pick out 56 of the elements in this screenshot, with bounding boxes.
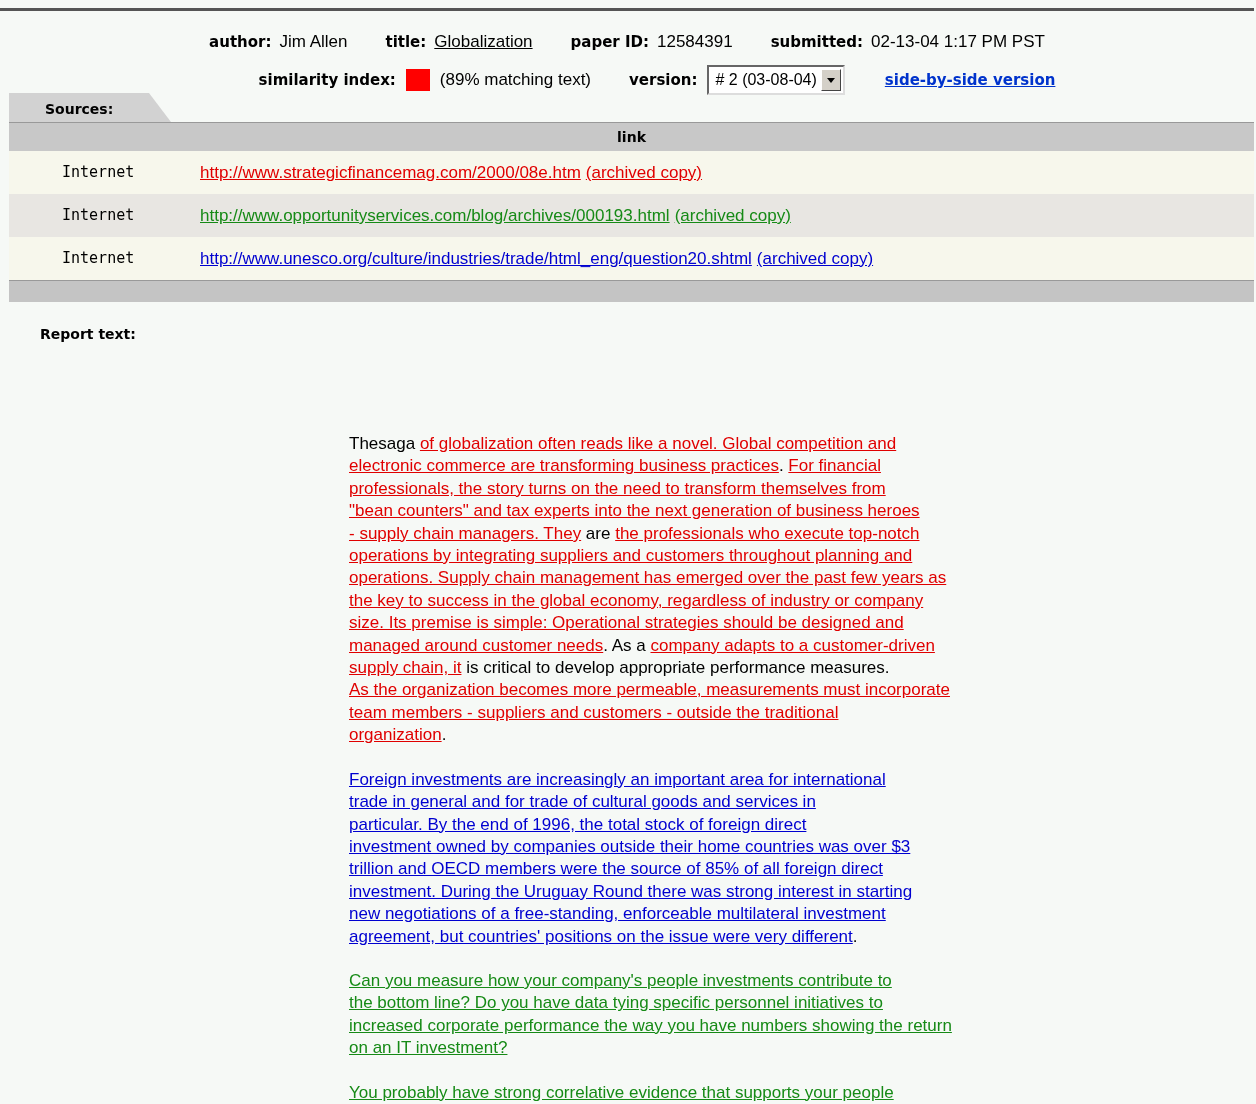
source-url-link[interactable]: http://www.strategicfinancemag.com/2000/08e.htm xyxy=(200,159,581,186)
matched-text-link[interactable]: Foreign investments are increasingly an important area for international xyxy=(349,769,886,789)
source-type: Internet xyxy=(61,205,136,227)
matched-text-link[interactable]: size. Its premise is simple: Operational strategies should be designed and xyxy=(349,613,904,633)
matched-text-link[interactable]: investment owned by companies outside their home countries was over $3 xyxy=(349,836,911,856)
section-label: Report text: xyxy=(40,325,136,344)
matched-text-link[interactable]: investment. During the Uruguay Round there was strong interest in starting xyxy=(349,881,913,901)
similarity-percentage: (89% matching text) xyxy=(439,69,592,92)
matched-text-link[interactable]: the professionals who execute top-notch xyxy=(615,523,920,543)
matched-text-link[interactable]: trillion and OECD members were the source of 85% of all foreign direct xyxy=(349,859,883,879)
matched-text-link[interactable]: agreement, but countries' positions on the issue were very different xyxy=(349,926,853,946)
matched-text-link[interactable]: on an IT investment? xyxy=(349,1038,508,1058)
matched-text-link[interactable]: professionals, the story turns on the need to transform themselves from xyxy=(349,478,886,498)
matched-text-link[interactable]: new negotiations of a free-standing, enforceable multilateral investment xyxy=(349,904,886,924)
source-url-link[interactable]: http://www.unesco.org/culture/industries/trade/html_eng/question20.shtml xyxy=(200,245,752,272)
matched-text-link[interactable]: electronic commerce are transforming business practices xyxy=(349,456,779,476)
paper-id: 12584391 xyxy=(657,31,733,53)
matched-text-link[interactable]: supply chain, it xyxy=(349,658,462,678)
matched-text-link[interactable]: particular. By the end of 1996, the total stock of foreign direct xyxy=(349,814,807,834)
field-label: title: xyxy=(385,32,427,53)
field-label: submitted: xyxy=(770,32,863,53)
matched-text-link[interactable]: Can you measure how your company's people investments contribute to xyxy=(349,970,892,990)
column-header: link xyxy=(9,122,1254,151)
matched-text-link[interactable]: the key to success in the global economy, regardless of industry or company xyxy=(349,590,924,610)
matched-text-link[interactable]: team members - suppliers and customers - outside the traditional xyxy=(349,702,839,722)
field-label: author: xyxy=(209,32,272,53)
field-label: paper ID: xyxy=(570,32,649,53)
version-dropdown[interactable]: # 2 (03-08-04) xyxy=(707,65,845,95)
matched-text-link[interactable]: You probably have strong correlative evidence that supports your people xyxy=(349,1082,894,1102)
paper-title-link[interactable]: Globalization xyxy=(434,29,533,55)
matched-text-link[interactable]: of globalization often reads like a novel. Global competition and xyxy=(419,434,897,453)
matched-text-link[interactable]: company adapts to a customer-driven xyxy=(650,635,935,655)
field-label: similarity index: xyxy=(258,69,396,91)
matched-text-link[interactable]: increased corporate performance the way you have numbers showing the return xyxy=(349,1015,952,1035)
matched-text-link[interactable]: organization xyxy=(349,725,442,745)
report-paragraph: Foreign investments are increasingly an important area for international trade in general and for trade of cultural goods and services in particular. By the end of 1996, the total stock of foreign direct investment owned by companies outside their home countries was over $3 trillion and OECD members were the source of 85% of all foreign direct investment. During the Uruguay Round there was strong interest in starting new negotiations of a free-standing, enforceable multilateral investment agreement, but countries' positions on the issue were very different. xyxy=(349,768,913,948)
report-paragraph: Thesaga of globalization often reads like a novel. Global competition and electronic commerce are transforming business practices. For financial professionals, the story turns on the need to transform themselves from "bean counters" and tax experts into the next generation of business heroes - supply chain managers. They are the professionals who execute top-notch operations by integrating suppliers and customers throughout planning and operations. Supply chain management has emerged over the past few years as the key to success in the global economy, regardless of industry or company size. Its premise is simple: Operational strategies should be designed and managed around customer needs. As a company adapts to a customer-driven supply chain, it is critical to develop appropriate performance measures. As the organization becomes more permeable, measurements must incorporate team members - suppliers and customers - outside the traditional organization. xyxy=(349,433,950,747)
matched-text-link[interactable]: For financial xyxy=(788,456,881,476)
matched-text-link[interactable]: operations. Supply chain management has emerged over the past few years as xyxy=(349,568,947,588)
side-by-side-link[interactable]: side-by-side version xyxy=(884,68,1056,92)
matched-text-link[interactable]: - supply chain managers. They xyxy=(349,523,582,543)
matched-text-link[interactable]: managed around customer needs xyxy=(349,635,604,655)
matched-text-link[interactable]: As the organization becomes more permeable, measurements must incorporate xyxy=(349,680,950,700)
matched-text-link[interactable]: trade in general and for trade of cultural goods and services in xyxy=(349,792,816,812)
matched-text-link[interactable]: "bean counters" and tax experts into the next generation of business heroes xyxy=(349,501,920,521)
source-url-link[interactable]: http://www.opportunityservices.com/blog/archives/000193.html xyxy=(200,202,670,229)
matched-text-link[interactable]: operations by integrating suppliers and customers throughout planning and xyxy=(349,546,913,566)
submission-date: 02-13-04 1:17 PM PST xyxy=(871,31,1045,53)
archived-copy-link[interactable]: (archived copy) xyxy=(585,159,703,186)
field-label: version: xyxy=(629,69,698,91)
source-type: Internet xyxy=(61,162,136,184)
archived-copy-link[interactable]: (archived copy) xyxy=(756,245,874,272)
source-type: Internet xyxy=(61,248,136,270)
matched-text-link[interactable]: the bottom line? Do you have data tying specific personnel initiatives to xyxy=(349,993,883,1013)
archived-copy-link[interactable]: (archived copy) xyxy=(674,202,791,229)
author-name: Jim Allen xyxy=(279,31,348,53)
